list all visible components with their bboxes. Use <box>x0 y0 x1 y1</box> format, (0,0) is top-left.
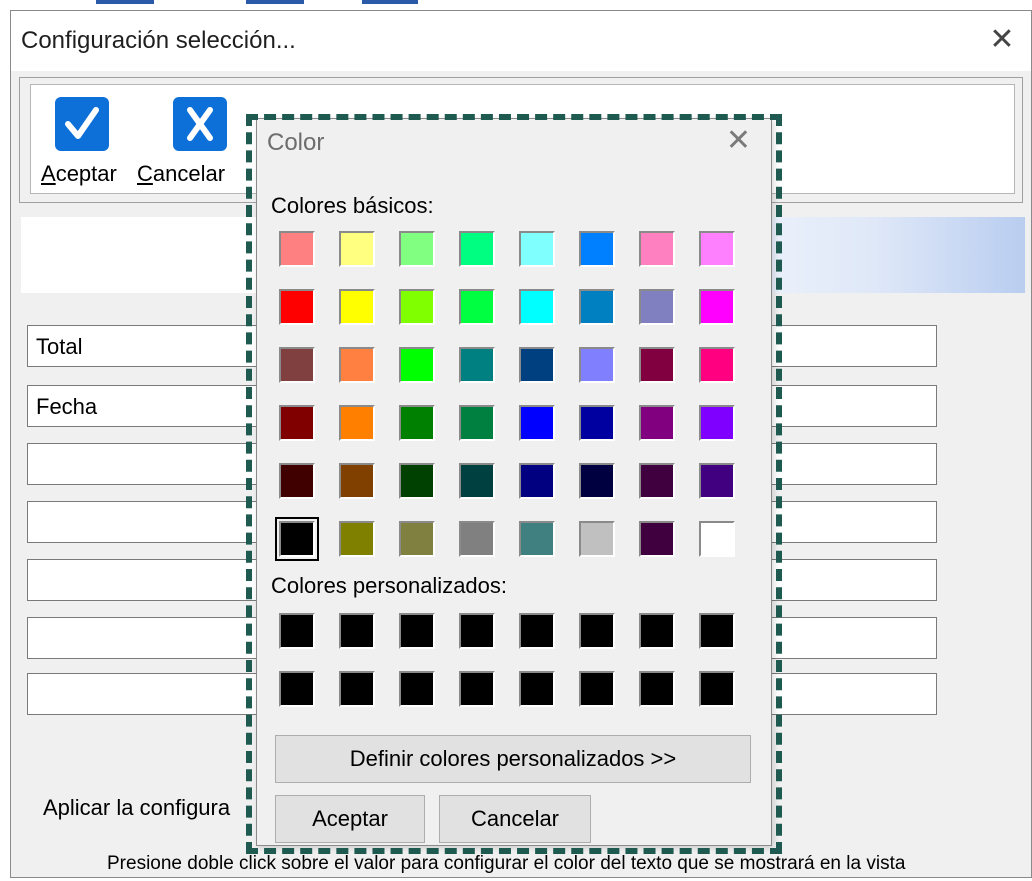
basic-color-swatch[interactable] <box>519 521 555 557</box>
basic-color-swatch[interactable] <box>459 231 495 267</box>
custom-color-swatch[interactable] <box>579 671 615 707</box>
background-toolbar-fragment <box>96 0 154 4</box>
define-custom-colors-button[interactable]: Definir colores personalizados >> <box>275 735 751 783</box>
custom-color-swatch[interactable] <box>639 613 675 649</box>
basic-color-swatch[interactable] <box>639 347 675 383</box>
custom-color-swatch[interactable] <box>399 671 435 707</box>
accept-button[interactable]: Aceptar <box>275 795 425 843</box>
basic-color-swatch[interactable] <box>519 405 555 441</box>
basic-color-swatch[interactable] <box>339 463 375 499</box>
accept-toolbar-button[interactable]: Aceptar <box>31 85 131 193</box>
basic-color-swatch[interactable] <box>279 231 315 267</box>
accept-toolbar-label: Aceptar <box>41 161 117 186</box>
custom-color-swatch[interactable] <box>579 613 615 649</box>
basic-color-swatch[interactable] <box>699 521 735 557</box>
basic-color-swatch[interactable] <box>339 289 375 325</box>
apply-config-label: Aplicar la configura <box>43 795 231 820</box>
basic-color-swatch[interactable] <box>279 289 315 325</box>
custom-color-swatch[interactable] <box>519 671 555 707</box>
hint-text: Presione doble click sobre el valor para… <box>107 853 906 874</box>
close-icon[interactable]: ✕ <box>987 23 1017 57</box>
custom-color-swatch[interactable] <box>279 613 315 649</box>
cancel-toolbar-label: Cancelar <box>137 161 226 186</box>
color-dialog: Color ✕ Colores básicos: Colores persona… <box>256 118 772 846</box>
basic-color-swatch[interactable] <box>339 231 375 267</box>
background-toolbar-fragment <box>246 0 304 4</box>
title-bar: Configuración selección... ✕ <box>11 11 1031 71</box>
basic-color-swatch[interactable] <box>519 231 555 267</box>
dialog-title: Configuración selección... <box>21 27 296 54</box>
basic-color-swatch[interactable] <box>519 289 555 325</box>
basic-color-swatch[interactable] <box>399 347 435 383</box>
basic-color-swatch[interactable] <box>399 289 435 325</box>
basic-color-swatch[interactable] <box>339 521 375 557</box>
custom-color-swatch[interactable] <box>399 613 435 649</box>
custom-color-swatch[interactable] <box>639 671 675 707</box>
basic-color-swatch[interactable] <box>699 231 735 267</box>
custom-color-swatch[interactable] <box>519 613 555 649</box>
basic-color-swatch[interactable] <box>699 347 735 383</box>
cancel-x-icon <box>173 97 227 151</box>
custom-color-swatch[interactable] <box>699 671 735 707</box>
basic-color-swatch[interactable] <box>399 405 435 441</box>
basic-colors-label: Colores básicos: <box>271 193 434 218</box>
basic-color-swatch[interactable] <box>639 405 675 441</box>
basic-color-swatch[interactable] <box>579 231 615 267</box>
color-dialog-title: Color <box>267 129 325 156</box>
custom-colors-grid <box>279 613 749 713</box>
custom-color-swatch[interactable] <box>339 613 375 649</box>
basic-color-swatch[interactable] <box>579 405 615 441</box>
basic-color-swatch[interactable] <box>699 289 735 325</box>
basic-color-swatch[interactable] <box>459 405 495 441</box>
basic-color-swatch[interactable] <box>699 405 735 441</box>
basic-color-swatch[interactable] <box>579 521 615 557</box>
basic-color-swatch[interactable] <box>639 289 675 325</box>
basic-color-swatch[interactable] <box>639 463 675 499</box>
basic-color-swatch[interactable] <box>275 517 319 561</box>
basic-color-swatch[interactable] <box>399 521 435 557</box>
custom-color-swatch[interactable] <box>339 671 375 707</box>
basic-color-swatch[interactable] <box>639 521 675 557</box>
basic-color-swatch[interactable] <box>459 289 495 325</box>
cancel-toolbar-button[interactable]: Cancelar <box>137 85 267 193</box>
custom-color-swatch[interactable] <box>279 671 315 707</box>
basic-color-swatch[interactable] <box>519 347 555 383</box>
basic-color-swatch[interactable] <box>459 463 495 499</box>
basic-color-swatch[interactable] <box>699 463 735 499</box>
checkmark-icon <box>55 97 109 151</box>
basic-color-swatch[interactable] <box>339 347 375 383</box>
basic-color-swatch[interactable] <box>339 405 375 441</box>
custom-colors-label: Colores personalizados: <box>271 573 508 598</box>
basic-colors-grid <box>275 231 749 561</box>
custom-color-swatch[interactable] <box>699 613 735 649</box>
background-window-strip <box>0 0 1032 10</box>
basic-color-swatch[interactable] <box>279 347 315 383</box>
basic-color-swatch[interactable] <box>579 289 615 325</box>
custom-color-swatch[interactable] <box>459 671 495 707</box>
basic-color-swatch[interactable] <box>279 463 315 499</box>
custom-color-swatch[interactable] <box>459 613 495 649</box>
basic-color-swatch[interactable] <box>279 405 315 441</box>
basic-color-swatch[interactable] <box>399 231 435 267</box>
basic-color-swatch[interactable] <box>399 463 435 499</box>
basic-color-swatch[interactable] <box>519 463 555 499</box>
close-icon[interactable]: ✕ <box>726 123 751 158</box>
basic-color-swatch[interactable] <box>579 347 615 383</box>
background-toolbar-fragment <box>362 0 418 4</box>
basic-color-swatch[interactable] <box>459 521 495 557</box>
cancel-button[interactable]: Cancelar <box>439 795 591 843</box>
basic-color-swatch[interactable] <box>579 463 615 499</box>
basic-color-swatch[interactable] <box>459 347 495 383</box>
basic-color-swatch[interactable] <box>639 231 675 267</box>
